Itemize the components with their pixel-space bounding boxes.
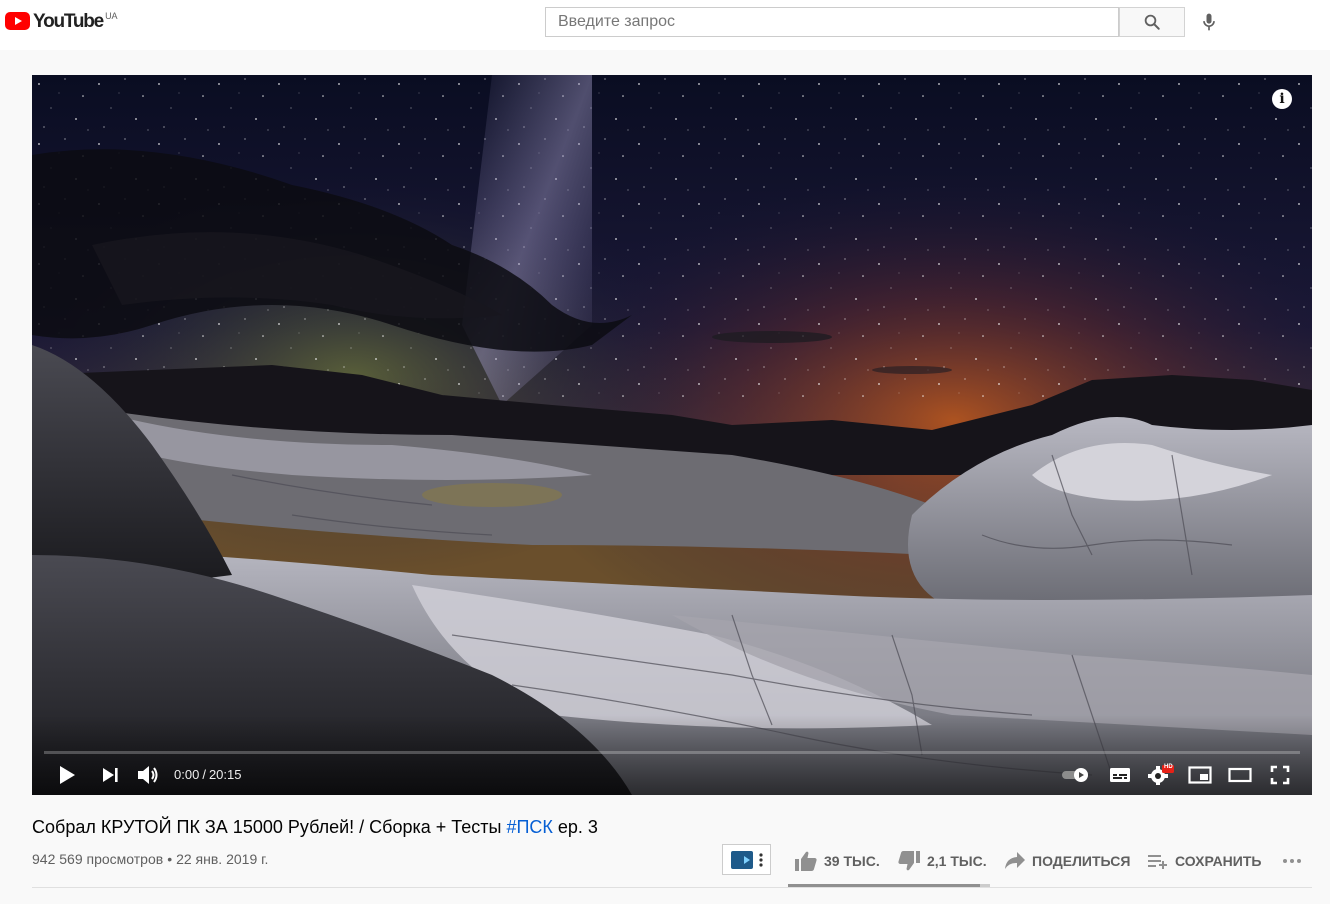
hashtag-link[interactable]: #ПСК [506, 817, 552, 837]
info-icon: i [1279, 91, 1285, 107]
search-icon [1144, 14, 1160, 30]
next-icon [103, 768, 118, 782]
theater-mode-icon [1228, 767, 1252, 783]
thumbs-down-icon [898, 851, 920, 871]
thumbs-up-icon [795, 851, 817, 871]
share-label: ПОДЕЛИТЬСЯ [1032, 853, 1131, 869]
logo-text: YouTube [33, 11, 104, 32]
voice-search-button[interactable] [1196, 9, 1222, 35]
autoplay-toggle[interactable] [1060, 763, 1092, 787]
settings-button[interactable]: HD [1146, 763, 1176, 787]
miniplayer-button[interactable] [1186, 763, 1214, 787]
time-separator: / [202, 767, 206, 782]
more-horizontal-icon [1283, 859, 1301, 863]
dislike-button[interactable]: 2,1 ТЫС. [897, 849, 987, 873]
video-player[interactable]: i 0:00/20:15 HD [32, 75, 1312, 795]
country-code: UA [105, 11, 118, 21]
meta-separator: • [167, 851, 173, 867]
search-input[interactable] [546, 8, 1118, 36]
subtitles-icon [1110, 768, 1130, 782]
mic-icon [1203, 13, 1215, 31]
time-display: 0:00/20:15 [174, 767, 241, 783]
theater-mode-button[interactable] [1227, 763, 1253, 787]
video-frame-night-landscape [32, 75, 1312, 795]
video-title-tail: ep. 3 [557, 817, 598, 837]
dislike-count: 2,1 ТЫС. [927, 853, 987, 869]
share-button[interactable]: ПОДЕЛИТЬСЯ [1004, 849, 1130, 873]
play-icon [60, 766, 75, 784]
kebab-menu-icon [759, 852, 763, 867]
view-count: 942 569 просмотров [32, 851, 164, 867]
next-button[interactable] [98, 763, 122, 787]
hd-badge: HD [1164, 764, 1173, 770]
fullscreen-icon [1270, 765, 1290, 785]
upload-date: 22 янв. 2019 г. [176, 851, 269, 867]
video-title-text: Собрал КРУТОЙ ПК ЗА 15000 Рублей! / Сбор… [32, 817, 502, 837]
search-button[interactable] [1119, 7, 1185, 37]
save-button[interactable]: СОХРАНИТЬ [1147, 849, 1261, 873]
duration: 20:15 [208, 767, 242, 782]
youtube-logo[interactable]: YouTube UA [5, 11, 118, 32]
extension-button[interactable] [722, 844, 771, 875]
progress-bar[interactable] [44, 751, 1300, 754]
share-icon [1005, 852, 1025, 869]
fullscreen-button[interactable] [1268, 763, 1292, 787]
miniplayer-icon [1188, 766, 1212, 784]
save-label: СОХРАНИТЬ [1175, 853, 1262, 869]
volume-icon [138, 766, 158, 784]
more-actions-button[interactable] [1280, 849, 1304, 873]
masthead: YouTube UA [0, 0, 1330, 50]
video-meta: 942 569 просмотров • 22 янв. 2019 г. [32, 851, 268, 867]
play-button[interactable] [54, 763, 80, 787]
search-box [545, 7, 1119, 37]
mute-button[interactable] [135, 763, 161, 787]
like-count: 39 ТЫС. [824, 853, 880, 869]
add-to-playlist-icon [1148, 855, 1167, 869]
divider [32, 887, 1312, 888]
info-button[interactable]: i [1272, 89, 1292, 109]
video-title: Собрал КРУТОЙ ПК ЗА 15000 Рублей! / Сбор… [32, 816, 598, 838]
autoplay-toggle-icon [1062, 768, 1088, 782]
extension-logo-icon [731, 850, 753, 869]
youtube-play-logo-icon [5, 12, 30, 30]
like-button[interactable]: 39 ТЫС. [794, 849, 880, 873]
subtitles-button[interactable] [1107, 763, 1133, 787]
current-time: 0:00 [174, 767, 200, 782]
